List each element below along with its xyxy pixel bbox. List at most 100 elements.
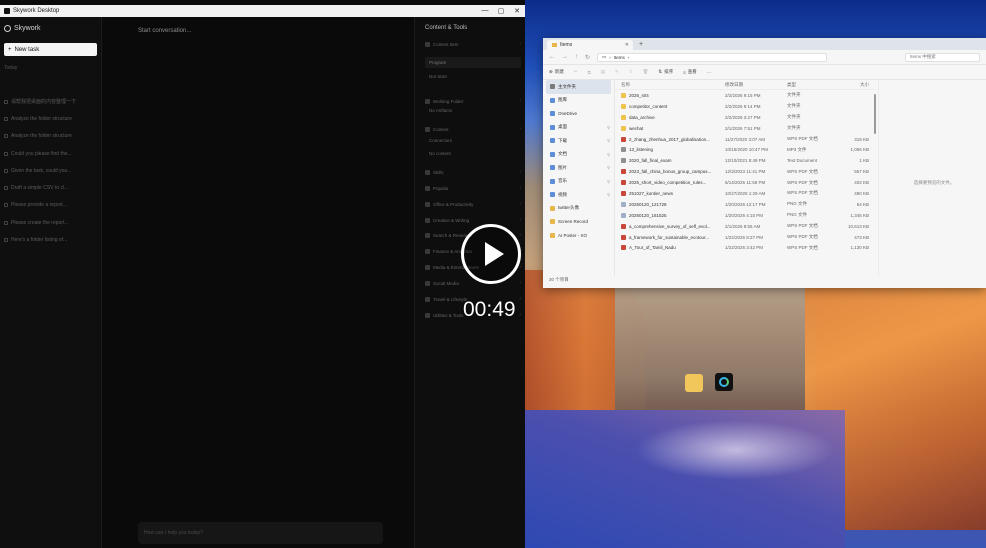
img-file-icon [621,212,626,218]
file-row[interactable]: 2025_short_video_competition_rules... 5/1… [615,177,875,188]
play-button[interactable] [461,224,521,284]
column-header-type[interactable]: 类型 [787,82,839,88]
tool-row[interactable]: No content [429,151,525,156]
tools-title: Content & Tools [425,25,468,31]
skill-category-icon [425,201,430,207]
share-icon[interactable]: ⇪ [629,69,633,75]
file-row[interactable]: a_comprehensive_survey_of_self_evol... 2/… [615,221,875,232]
nav-item[interactable]: Screen Record [543,215,614,229]
skill-category-icon [425,185,430,191]
file-row[interactable]: A_Tour_of_Tamil_Nadu 1/22/2026 3:42 PM WPS… [615,242,875,253]
rename-icon[interactable]: ✎ [615,69,619,75]
tools-panel: Content & Tools Context Item › Program Not … [414,17,525,548]
file-row[interactable]: 2026_s04 2/2/2026 9:15 PM 文件夹 [615,90,875,101]
file-row[interactable]: data_archive 2/2/2026 3:27 PM 文件夹 [615,112,875,123]
tool-row[interactable]: Context Item › [425,41,521,47]
nav-item[interactable]: OneDrive [543,107,614,121]
tool-row[interactable]: Office & Productivity › [425,201,521,207]
column-header-name[interactable]: 名称 [615,82,725,88]
copy-icon[interactable]: ⧉ [588,70,591,75]
file-name-cell: a_framework_for_sustainable_ecotour... [615,234,725,240]
cut-icon[interactable]: ✂ [574,69,578,75]
view-button[interactable]: ≡ 查看 [683,69,697,75]
tool-row[interactable]: Not Start [429,74,525,79]
forward-icon[interactable]: → [562,54,568,60]
breadcrumb[interactable]: ▭ › Items › [597,52,828,62]
file-row[interactable]: wechat 2/1/2026 7:51 PM 文件夹 [615,123,875,134]
file-row[interactable]: a_framework_for_sustainable_ecotour... 1/… [615,232,875,243]
task-history-item[interactable]: Given the task, could you... [4,162,98,179]
tool-row[interactable]: Program [425,57,521,68]
column-header-date[interactable]: 修改日期 [725,82,787,88]
search-input[interactable]: Items 中搜索 [905,52,980,62]
file-row[interactable]: 2020_fall_final_exam 12/10/2021 8:49 PM Te… [615,155,875,166]
new-task-button[interactable]: + New task [4,43,97,56]
folder-file-icon [621,114,626,120]
tool-row[interactable]: Connectors [429,138,525,143]
tool-row[interactable]: Creative & Writing › [425,217,521,223]
paste-icon[interactable]: ▤ [601,69,605,75]
desktop-skywork-icon[interactable] [715,373,733,391]
nav-item[interactable]: 视频 ⚲ [543,188,614,202]
file-row[interactable]: 251027_kontier_news 10/27/2025 1:29 AM WPS… [615,188,875,199]
tool-row[interactable]: Popular › [425,185,521,191]
plus-circle-icon: ⊕ [549,69,553,74]
folder-icon [550,219,555,225]
tool-row[interactable]: Social Media › [425,280,521,286]
nav-item[interactable]: 图片 ⚲ [543,161,614,175]
folder-file-icon [621,103,626,109]
file-row[interactable]: 20260120_121728 1/20/2026 12:17 PM PNG 文件 6… [615,199,875,210]
task-history-item[interactable]: 请帮我把桌面的内容整理一下 [4,93,98,110]
pdf-file-icon [621,180,626,186]
nav-item[interactable]: 文档 ⚲ [543,148,614,162]
doc-file-icon [621,158,626,164]
explorer-tab[interactable]: Items ✕ [547,40,633,50]
task-history-item[interactable]: Please provide a report... [4,197,98,214]
task-history-item[interactable]: Here's a folder listing of... [4,231,98,248]
scrollbar[interactable] [874,94,876,134]
close-tab-icon[interactable]: ✕ [625,42,629,48]
nav-item[interactable]: 图库 [543,94,614,108]
close-button[interactable]: ✕ [509,7,525,15]
more-options-button[interactable]: ··· [707,70,712,75]
task-history-item[interactable]: Analyze the folder structure [4,128,98,145]
file-row[interactable]: 20260120_161525 1/20/2026 4:15 PM PNG 文件 1,… [615,210,875,221]
desktop-folder-icon[interactable] [685,374,703,392]
tool-row[interactable]: No Artifacts [429,108,525,113]
chat-input[interactable]: How can I help you today? [138,522,383,544]
file-row[interactable]: 2_zhang_zhenhua_2017_globalisation... 11/… [615,134,875,145]
file-row[interactable]: 2023_fall_china_bonus_group_campus... 12/… [615,166,875,177]
nav-item[interactable]: twitter头像 [543,202,614,216]
task-history-item[interactable]: Please create the report... [4,214,98,231]
minimize-button[interactable]: — [477,7,493,15]
breadcrumb-item[interactable]: Items [614,55,625,60]
maximize-button[interactable]: ▢ [493,7,509,15]
back-icon[interactable]: ← [549,54,555,60]
wallpaper-cliff-middle [615,280,815,420]
new-tab-button[interactable]: + [639,41,643,48]
task-history-item[interactable]: Could you please find the... [4,145,98,162]
nav-item[interactable]: 音乐 ⚲ [543,175,614,189]
delete-icon[interactable]: 🗑 [643,69,649,75]
nav-item[interactable]: AI Poster - XO [543,229,614,243]
nav-item[interactable]: 主文件夹 [546,80,611,94]
file-name: 2023_fall_china_bonus_group_campus... [629,169,712,175]
nav-item[interactable]: 下载 ⚲ [543,134,614,148]
tool-row[interactable]: Context › [425,126,521,132]
column-header-size[interactable]: 大小 [839,82,869,88]
task-history-label: Analyze the folder structure [11,115,72,122]
pdf-file-icon [621,169,626,175]
task-history-item[interactable]: Draft a simple CSV to cl... [4,179,98,196]
nav-item-label: 视频 [558,191,567,197]
refresh-icon[interactable]: ↻ [585,54,590,61]
file-row[interactable]: competitor_content 2/2/2026 9:14 PM 文件夹 [615,101,875,112]
new-button[interactable]: ⊕ 新建 [549,69,564,75]
up-icon[interactable]: ↑ [575,54,578,60]
folder-icon [550,232,555,238]
task-history-item[interactable]: Analyze the folder structure [4,110,98,127]
nav-item[interactable]: 桌面 ⚲ [543,121,614,135]
file-row[interactable]: 13_listening 10/15/2020 10:47 PM MP3 文件 1,0… [615,144,875,155]
sort-button[interactable]: ⇅ 排序 [658,69,673,75]
tool-row[interactable]: Skills › [425,169,521,175]
tool-row[interactable]: Working Folder › [425,98,521,104]
